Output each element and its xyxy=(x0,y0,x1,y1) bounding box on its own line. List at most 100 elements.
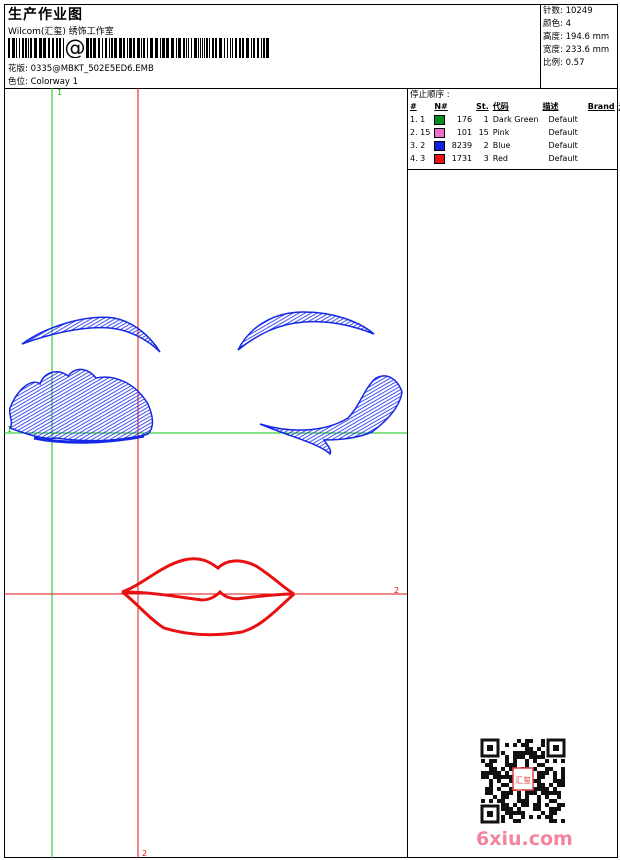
qr-cell xyxy=(553,819,557,823)
guide-label-green-v: 1 xyxy=(57,88,62,97)
qr-cell xyxy=(541,751,545,755)
qr-cell xyxy=(537,815,541,819)
design-scale: 比例: 0.57 xyxy=(543,58,585,68)
qr-cell xyxy=(521,799,525,803)
cell-code: 15 xyxy=(478,128,489,137)
design-file: 花版: 0335@MBKT_502E5ED6.EMB xyxy=(8,64,154,74)
qr-cell xyxy=(525,791,529,795)
barcode-bar xyxy=(242,38,244,58)
qr-cell xyxy=(497,775,501,779)
stop-sequence-title: 停止顺序 : xyxy=(410,90,450,100)
lips xyxy=(121,557,295,637)
barcode-bar xyxy=(202,38,203,58)
qr-cell xyxy=(501,799,505,803)
qr-cell xyxy=(561,803,565,807)
qr-cell xyxy=(505,783,509,787)
qr-cell xyxy=(489,787,493,791)
qr-cell xyxy=(489,767,493,771)
qr-cell xyxy=(529,739,533,743)
qr-cell xyxy=(501,815,505,819)
cell-index: 2. 15 xyxy=(410,128,431,137)
qr-cell xyxy=(553,799,557,803)
qr-cell xyxy=(545,795,549,799)
qr-cell xyxy=(517,811,521,815)
table-header-row: # N# St. 代码 描述 Brand 元素 xyxy=(408,100,620,113)
barcode-bar xyxy=(261,38,262,58)
qr-cell xyxy=(541,763,545,767)
qr-cell xyxy=(533,759,537,763)
cell-element xyxy=(580,152,617,165)
qr-cell xyxy=(505,755,509,759)
qr-cell xyxy=(505,771,509,775)
barcode-bar xyxy=(102,38,103,58)
qr-cell xyxy=(485,775,489,779)
barcode-bar xyxy=(239,38,241,58)
qr-cell xyxy=(533,807,537,811)
qr-cell xyxy=(489,759,493,763)
qr-cell xyxy=(537,763,541,767)
qr-cell xyxy=(525,751,529,755)
qr-cell xyxy=(513,755,517,759)
qr-cell xyxy=(497,787,501,791)
qr-cell xyxy=(493,775,497,779)
qr-cell xyxy=(549,791,553,795)
qr-cell xyxy=(529,747,533,751)
design-canvas: 1 1 2 2 xyxy=(4,88,408,858)
qr-cell xyxy=(501,807,505,811)
qr-cell xyxy=(561,783,565,787)
cell-desc: Pink xyxy=(492,128,510,137)
cell-desc: Dark Green xyxy=(492,115,539,124)
qr-cell xyxy=(513,763,517,767)
qr-cell xyxy=(553,811,557,815)
qr-cell xyxy=(521,751,525,755)
qr-cell xyxy=(517,739,521,743)
lip-line xyxy=(121,589,295,602)
barcode-bar xyxy=(30,38,32,58)
barcode-bar xyxy=(86,38,89,58)
qr-cell xyxy=(509,811,513,815)
qr-cell xyxy=(529,791,533,795)
cell-code: 1 xyxy=(483,115,489,124)
qr-cell xyxy=(561,767,565,771)
qr-cell xyxy=(545,803,549,807)
barcode-bar xyxy=(12,38,15,58)
barcode-bar xyxy=(235,38,237,58)
cell-desc: Blue xyxy=(492,141,511,150)
qr-cell xyxy=(529,815,533,819)
qr-cell xyxy=(525,739,529,743)
barcode-bar xyxy=(166,38,169,58)
table-row: 4. 3 1731 3 Red Default xyxy=(408,152,620,165)
cell-swatch xyxy=(432,113,449,126)
qr-cell xyxy=(561,779,565,783)
qr-cell xyxy=(513,759,517,763)
col-header: St. xyxy=(476,102,489,111)
qr-cell xyxy=(521,755,525,759)
barcode-bar xyxy=(178,38,181,58)
qr-cell xyxy=(521,803,525,807)
qr-cell xyxy=(501,767,505,771)
qr-cell xyxy=(561,759,565,763)
barcode-bar xyxy=(143,38,145,58)
qr-cell xyxy=(493,795,497,799)
qr-cell xyxy=(525,799,529,803)
barcode-bar xyxy=(111,38,113,58)
barcode-bar xyxy=(246,38,249,58)
qr-cell xyxy=(545,771,549,775)
qr-cell xyxy=(545,767,549,771)
cell-element xyxy=(580,113,617,126)
qr-cell xyxy=(537,779,541,783)
qr-cell xyxy=(521,743,525,747)
barcode-bar xyxy=(191,38,192,58)
cell-brand: Default xyxy=(548,115,578,124)
barcode-bar xyxy=(34,38,37,58)
qr-cell xyxy=(541,755,545,759)
barcode-bar xyxy=(171,38,174,58)
barcode-bar xyxy=(8,38,10,58)
barcode-bar xyxy=(90,38,92,58)
qr-cell xyxy=(505,791,509,795)
barcode-bar xyxy=(257,38,259,58)
qr-cell xyxy=(561,775,565,779)
cell-code: 2 xyxy=(483,141,489,150)
barcode-bar xyxy=(219,38,222,58)
qr-cell xyxy=(545,791,549,795)
